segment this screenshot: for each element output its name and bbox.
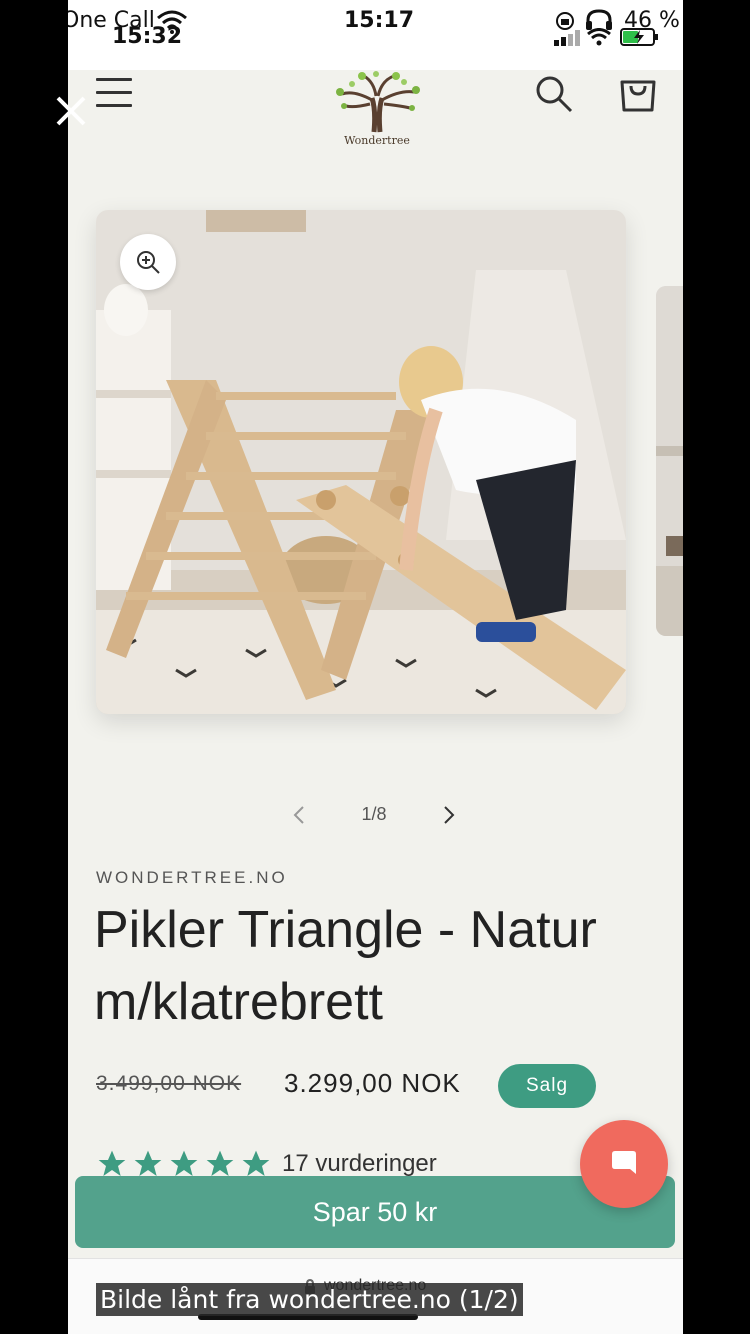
lock-rotation-icon [556, 12, 574, 30]
next-image-illustration [656, 286, 683, 636]
gallery-pager: 1/8 [284, 796, 464, 836]
search-icon[interactable] [534, 74, 574, 114]
review-count[interactable]: 17 vurderinger [282, 1150, 437, 1178]
product-image-illustration [96, 210, 626, 714]
chevron-right-icon[interactable] [434, 800, 464, 830]
sale-price: 3.299,00 NOK [284, 1068, 461, 1098]
logo[interactable]: Wondertree [324, 70, 430, 152]
menu-button[interactable] [96, 78, 132, 110]
chat-bubble-icon [612, 1151, 636, 1174]
vendor-label[interactable]: WONDERTREE.NO [96, 868, 288, 888]
menu-icon-bar [96, 91, 132, 94]
zoom-in-icon [137, 251, 160, 274]
image-caption: Bilde lånt fra wondertree.no (1/2) [96, 1283, 523, 1316]
signal-icon [554, 30, 580, 46]
chat-button[interactable] [580, 1120, 668, 1208]
menu-icon-bar [96, 104, 132, 107]
product-title: Pikler Triangle - Natur m/klatrebrett [94, 901, 597, 1031]
status-time: 15:17 [344, 8, 415, 33]
wifi-icon [157, 10, 187, 34]
logo-text: Wondertree [344, 134, 410, 147]
product-photo[interactable] [96, 210, 626, 714]
original-price: 3.499,00 NOK [96, 1072, 242, 1095]
gallery-counter: 1/8 [361, 804, 387, 824]
next-product-photo-peek[interactable] [656, 286, 683, 636]
sale-badge: Salg [498, 1064, 596, 1108]
save-offer-button[interactable]: Spar 50 kr [75, 1176, 675, 1248]
menu-icon-bar [96, 78, 132, 81]
wifi-small-icon [587, 28, 611, 46]
close-icon[interactable] [50, 90, 92, 132]
tree-logo-icon [336, 71, 420, 133]
status-bar: One Call 15:32 15:17 46 % [68, 0, 683, 70]
cart-icon[interactable] [618, 74, 658, 114]
zoom-button[interactable] [120, 234, 176, 290]
chevron-left-icon[interactable] [284, 800, 314, 830]
phone-screen: One Call 15:32 15:17 46 % Wondertree 1/8… [68, 0, 683, 1334]
battery-charging-icon [620, 28, 658, 46]
